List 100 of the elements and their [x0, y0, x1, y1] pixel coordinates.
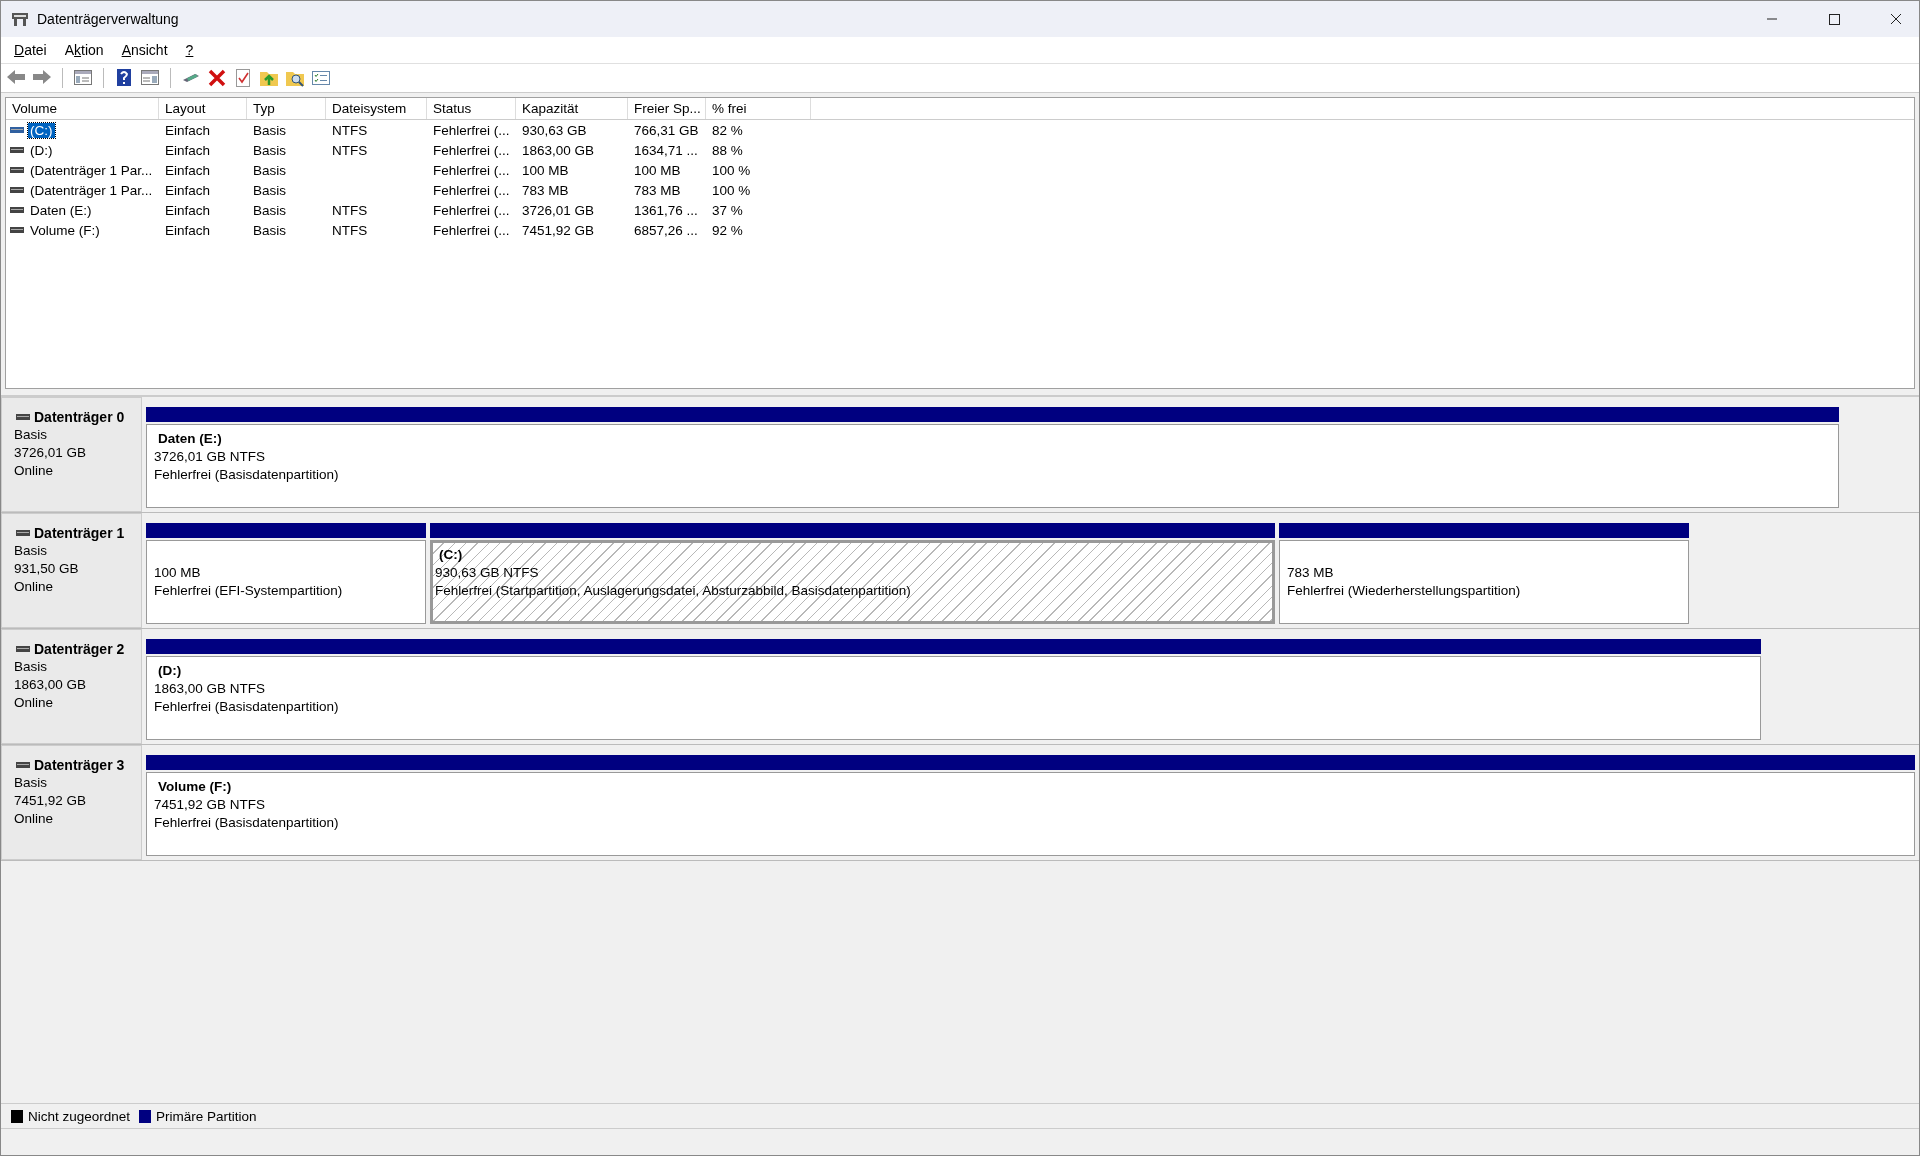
legend-label: Nicht zugeordnet: [28, 1108, 131, 1124]
table-cell-text: Basis: [252, 182, 287, 198]
table-cell-text: Basis: [252, 202, 287, 218]
partition-size: 100 MB: [154, 564, 202, 582]
table-cell[interactable]: (Datenträger 1 Par...: [28, 182, 155, 198]
table-cell-text: NTFS: [331, 122, 369, 138]
table-cell-text: 1361,76 ...: [633, 202, 699, 218]
table-cell-text: NTFS: [331, 222, 369, 238]
drive-icon: [10, 166, 24, 174]
column-header[interactable]: % frei: [706, 98, 811, 119]
partition-status: Fehlerfrei (Basisdatenpartition): [154, 698, 340, 716]
table-cell-text: NTFS: [331, 142, 369, 158]
disk-type: Basis: [14, 658, 48, 676]
partition-block[interactable]: Daten (E:) 3726,01 GB NTFS Fehlerfrei (Basisdatenpartition): [146, 424, 1839, 508]
legend-label: Primäre Partition: [156, 1108, 257, 1124]
disk-size: 1863,00 GB: [14, 676, 88, 694]
table-cell[interactable]: (D:): [28, 142, 55, 158]
disk-name: Datenträger 3: [34, 756, 125, 774]
table-cell-text: 7451,92 GB: [521, 222, 596, 238]
partition-size: 3726,01 GB NTFS: [154, 448, 267, 466]
column-header[interactable]: Layout: [159, 98, 247, 119]
partition-size: 783 MB: [1287, 564, 1335, 582]
table-cell-text: Fehlerfrei (...: [432, 222, 511, 238]
column-header[interactable]: Dateisystem: [326, 98, 427, 119]
table-cell[interactable]: Volume (F:): [28, 222, 102, 238]
menu-item[interactable]: ?: [176, 39, 203, 61]
column-header[interactable]: Kapazität: [516, 98, 628, 119]
disk-name: Datenträger 1: [34, 524, 125, 542]
menu-item[interactable]: Datei: [5, 39, 56, 61]
table-cell-text: Fehlerfrei (...: [432, 182, 511, 198]
table-cell-text: 82 %: [711, 122, 744, 138]
table-cell-text: Basis: [252, 222, 287, 238]
partition-status: Fehlerfrei (Wiederherstellungspartition): [1287, 582, 1522, 600]
table-cell-text: 783 MB: [633, 182, 682, 198]
table-cell-text: 92 %: [711, 222, 744, 238]
partition-name: Volume (F:): [156, 778, 233, 796]
partition-size: 7451,92 GB NTFS: [153, 796, 266, 814]
partition-status: Fehlerfrei (Basisdatenpartition): [154, 466, 340, 484]
partition-block[interactable]: (C:) 930,63 GB NTFS Fehlerfrei (Startpartition, Auslagerungsdatei, Absturzabbild, Basisdatenpartition): [430, 540, 1275, 624]
menu-item[interactable]: Aktion: [55, 39, 113, 61]
disk-size: 3726,01 GB: [14, 444, 88, 462]
menu-item[interactable]: Ansicht: [112, 39, 177, 61]
table-cell-text: Einfach: [164, 142, 212, 158]
partition-status: Fehlerfrei (Startpartition, Auslagerungsdatei, Absturzabbild, Basisdatenpartition): [435, 582, 912, 600]
partition-block[interactable]: 783 MB Fehlerfrei (Wiederherstellungspartition): [1279, 540, 1689, 624]
drive-icon: [10, 226, 24, 234]
table-cell-text: 100 MB: [633, 162, 682, 178]
partition-name: (D:): [157, 662, 183, 680]
partition-size: 1863,00 GB NTFS: [154, 680, 267, 698]
table-cell-text: Basis: [252, 162, 287, 178]
table-cell-text: Fehlerfrei (...: [432, 162, 511, 178]
table-cell-text: Fehlerfrei (...: [432, 122, 511, 138]
disk-status: Online: [14, 462, 55, 480]
partition-status: Fehlerfrei (EFI-Systempartition): [154, 582, 344, 600]
table-cell[interactable]: (C:): [28, 122, 55, 138]
table-cell-text: 6857,26 ...: [633, 222, 699, 238]
disk-status: Online: [14, 810, 55, 828]
table-cell-text: Fehlerfrei (...: [432, 202, 511, 218]
table-cell-text: Einfach: [164, 202, 212, 218]
delete-icon[interactable]: [206, 67, 228, 89]
table-cell-text: Einfach: [164, 162, 212, 178]
drive-icon: [10, 126, 24, 134]
table-cell-text: 100 %: [711, 182, 752, 198]
app-icon: [11, 11, 29, 27]
drive-icon: [10, 146, 24, 154]
table-cell-text: 3726,01 GB: [521, 202, 596, 218]
table-cell-text: Einfach: [164, 122, 212, 138]
partition-name: Daten (E:): [157, 430, 223, 448]
table-cell-text: 100 MB: [521, 162, 570, 178]
partition-block[interactable]: Volume (F:) 7451,92 GB NTFS Fehlerfrei (Basisdatenpartition): [145, 772, 1915, 856]
partition-block[interactable]: 100 MB Fehlerfrei (EFI-Systempartition): [146, 540, 426, 624]
table-cell-text: Basis: [252, 122, 287, 138]
table-cell-text: Fehlerfrei (...: [432, 142, 511, 158]
table-cell[interactable]: (Datenträger 1 Par...: [28, 162, 155, 178]
disk-status: Online: [14, 578, 55, 596]
partition-name: (C:): [438, 546, 464, 564]
table-cell-text: NTFS: [331, 202, 369, 218]
column-header[interactable]: Freier Sp...: [628, 98, 706, 119]
drive-icon: [10, 186, 24, 194]
partition-size: 930,63 GB NTFS: [435, 564, 540, 582]
partition-status: Fehlerfrei (Basisdatenpartition): [153, 814, 340, 832]
table-cell-text: 88 %: [711, 142, 744, 158]
disk-name: Datenträger 0: [34, 408, 125, 426]
disk-name: Datenträger 2: [34, 640, 125, 658]
table-cell-text: 100 %: [711, 162, 752, 178]
table-cell-text: 1863,00 GB: [521, 142, 596, 158]
table-cell-text: 1634,71 ...: [633, 142, 699, 158]
table-cell-text: 783 MB: [521, 182, 570, 198]
table-cell-text: 37 %: [711, 202, 744, 218]
disk-size: 931,50 GB: [14, 560, 80, 578]
table-cell-text: Basis: [252, 142, 287, 158]
column-header[interactable]: Typ: [247, 98, 326, 119]
disk-type: Basis: [14, 426, 48, 444]
column-header[interactable]: Volume: [6, 98, 159, 119]
drive-icon: [10, 206, 24, 214]
disk-status: Online: [14, 694, 55, 712]
disk-size: 7451,92 GB: [14, 792, 88, 810]
table-cell[interactable]: Daten (E:): [28, 202, 94, 218]
partition-block[interactable]: (D:) 1863,00 GB NTFS Fehlerfrei (Basisdatenpartition): [146, 656, 1761, 740]
column-header[interactable]: Status: [427, 98, 516, 119]
